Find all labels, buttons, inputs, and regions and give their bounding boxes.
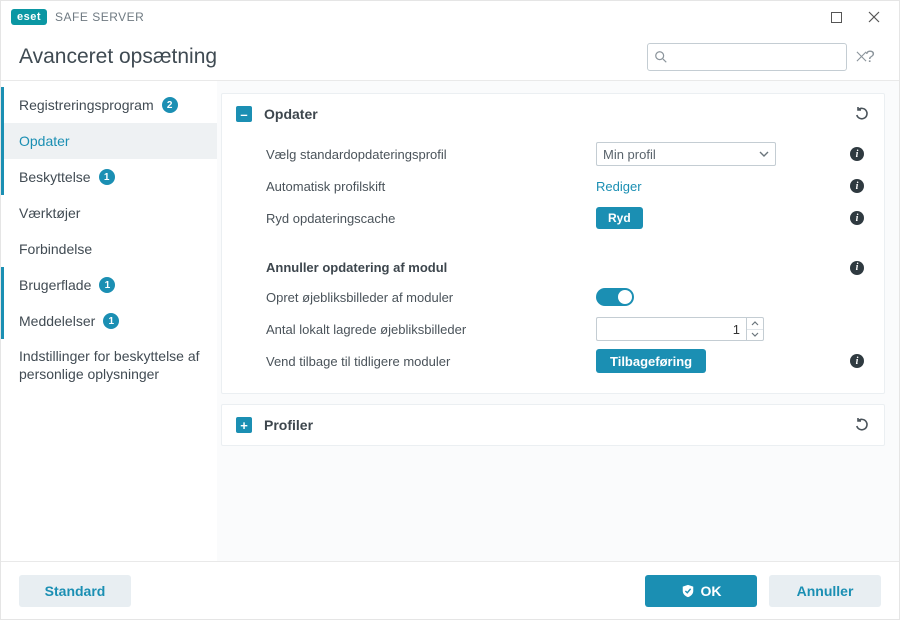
sidebar-item-label: Forbindelse: [19, 241, 92, 257]
row-create-snapshots: Opret øjebliksbilleder af moduler: [222, 281, 884, 313]
window-close-button[interactable]: [859, 5, 889, 29]
row-label: Vælg standardopdateringsprofil: [266, 147, 586, 162]
spin-down[interactable]: [747, 330, 763, 341]
edit-link[interactable]: Rediger: [596, 179, 642, 194]
panel-title: Opdater: [264, 106, 318, 122]
ok-button[interactable]: OK: [645, 575, 757, 607]
row-snapshot-count: Antal lokalt lagrede øjebliksbilleder: [222, 313, 884, 345]
undo-icon: [854, 106, 870, 122]
ok-label: OK: [701, 583, 722, 599]
subheading-row: Annuller opdatering af modul i: [222, 248, 884, 281]
sidebar-item-label: Registreringsprogram: [19, 97, 154, 113]
row-default-profile: Vælg standardopdateringsprofil Min profi…: [222, 138, 884, 170]
sidebar-item-ui[interactable]: Brugerflade 1: [1, 267, 217, 303]
row-rollback: Vend tilbage til tidligere moduler Tilba…: [222, 345, 884, 377]
sidebar-badge: 1: [103, 313, 119, 329]
search-box[interactable]: [647, 43, 847, 71]
panel-header[interactable]: + Profiler: [222, 405, 884, 445]
window-maximize-button[interactable]: [821, 5, 851, 29]
row-label: Opret øjebliksbilleder af moduler: [266, 290, 586, 305]
revert-button[interactable]: [854, 106, 870, 122]
default-button[interactable]: Standard: [19, 575, 131, 607]
header: Avanceret opsætning ?: [1, 33, 899, 81]
page-title: Avanceret opsætning: [19, 45, 217, 69]
main: – Opdater Vælg standardopdateringsprofil…: [217, 81, 899, 561]
maximize-icon: [831, 12, 842, 23]
sidebar-item-update[interactable]: Opdater: [1, 123, 217, 159]
info-icon[interactable]: i: [850, 179, 864, 193]
select-value: Min profil: [603, 147, 656, 162]
snapshot-count-field[interactable]: [596, 317, 764, 341]
footer: Standard OK Annuller: [1, 561, 899, 619]
sidebar-item-label: Beskyttelse: [19, 169, 91, 185]
clear-cache-button[interactable]: Ryd: [596, 207, 643, 229]
sidebar-item-connection[interactable]: Forbindelse: [1, 231, 217, 267]
sidebar-badge: 2: [162, 97, 178, 113]
profile-select[interactable]: Min profil: [596, 142, 776, 166]
sidebar-item-label: Opdater: [19, 133, 70, 149]
panel-header[interactable]: – Opdater: [222, 94, 884, 134]
sidebar: Registreringsprogram 2 Opdater Beskyttels…: [1, 81, 217, 561]
info-icon[interactable]: i: [850, 211, 864, 225]
close-icon: [868, 11, 880, 23]
chevron-up-icon: [751, 321, 759, 326]
toggle-knob: [618, 290, 632, 304]
sidebar-item-detection[interactable]: Registreringsprogram 2: [1, 87, 217, 123]
row-label: Automatisk profilskift: [266, 179, 586, 194]
chevron-down-icon: [759, 149, 769, 159]
sidebar-item-label: Indstillinger for beskyttelse af personl…: [19, 347, 203, 383]
product-name: SAFE SERVER: [55, 10, 144, 24]
row-label: Ryd opdateringscache: [266, 211, 586, 226]
panel-update: – Opdater Vælg standardopdateringsprofil…: [221, 93, 885, 394]
expand-icon[interactable]: +: [236, 417, 252, 433]
sidebar-item-label: Værktøjer: [19, 205, 80, 221]
titlebar: eset SAFE SERVER: [1, 1, 899, 33]
spin-up[interactable]: [747, 318, 763, 330]
sidebar-item-tools[interactable]: Værktøjer: [1, 195, 217, 231]
info-icon[interactable]: i: [850, 354, 864, 368]
sidebar-badge: 1: [99, 169, 115, 185]
row-clear-cache: Ryd opdateringscache Ryd i: [222, 202, 884, 234]
brand-logo: eset: [11, 9, 47, 25]
help-button[interactable]: ?: [859, 47, 881, 67]
rollback-button[interactable]: Tilbageføring: [596, 349, 706, 373]
body: Registreringsprogram 2 Opdater Beskyttels…: [1, 81, 899, 561]
shield-icon: [681, 584, 695, 598]
snapshot-count-input[interactable]: [596, 317, 746, 341]
sidebar-item-privacy[interactable]: Indstillinger for beskyttelse af personl…: [1, 339, 217, 391]
panel-title: Profiler: [264, 417, 313, 433]
panel-body: Vælg standardopdateringsprofil Min profi…: [222, 134, 884, 393]
search-input[interactable]: [674, 49, 850, 64]
chevron-down-icon: [751, 332, 759, 337]
sidebar-item-protection[interactable]: Beskyttelse 1: [1, 159, 217, 195]
row-auto-profile-switch: Automatisk profilskift Rediger i: [222, 170, 884, 202]
revert-button[interactable]: [854, 417, 870, 433]
cancel-button[interactable]: Annuller: [769, 575, 881, 607]
info-icon[interactable]: i: [850, 147, 864, 161]
row-label: Antal lokalt lagrede øjebliksbilleder: [266, 322, 586, 337]
subsection-title: Annuller opdatering af modul: [266, 260, 844, 275]
snapshots-toggle[interactable]: [596, 288, 634, 306]
collapse-icon[interactable]: –: [236, 106, 252, 122]
app-window: eset SAFE SERVER Avanceret opsætning ? R…: [0, 0, 900, 620]
sidebar-badge: 1: [99, 277, 115, 293]
search-icon: [654, 50, 668, 64]
undo-icon: [854, 417, 870, 433]
sidebar-item-label: Brugerflade: [19, 277, 91, 293]
info-icon[interactable]: i: [850, 261, 864, 275]
sidebar-item-notifications[interactable]: Meddelelser 1: [1, 303, 217, 339]
panel-profiles: + Profiler: [221, 404, 885, 446]
spinner: [746, 317, 764, 341]
row-label: Vend tilbage til tidligere moduler: [266, 354, 586, 369]
sidebar-item-label: Meddelelser: [19, 313, 95, 329]
